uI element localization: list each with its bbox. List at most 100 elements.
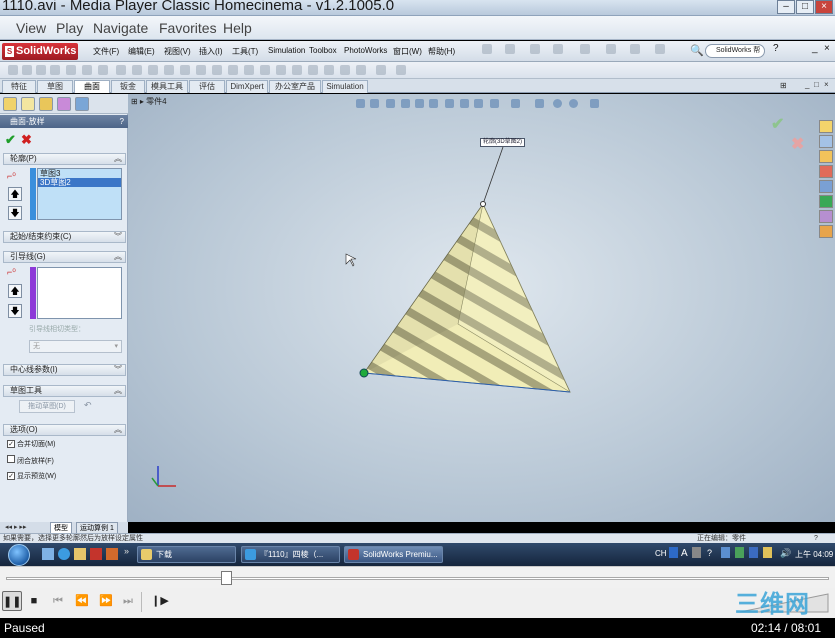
open-file-icon[interactable]	[505, 44, 515, 54]
tray-bluetooth-icon[interactable]	[749, 547, 758, 558]
doc-close-icon[interactable]: ×	[824, 80, 829, 89]
search-icon[interactable]: 🔍	[690, 44, 704, 57]
menu-play[interactable]: Play	[56, 20, 83, 36]
list-item[interactable]: 3D草图2	[38, 178, 121, 187]
menu-navigate[interactable]: Navigate	[93, 20, 148, 36]
guides-list[interactable]	[37, 267, 122, 319]
menu-favorites[interactable]: Favorites	[159, 20, 217, 36]
tab-features[interactable]: 特征	[2, 80, 36, 93]
thicken-icon[interactable]	[212, 65, 222, 75]
tray-help-icon[interactable]: ?	[707, 548, 712, 558]
appearances-icon[interactable]	[819, 195, 833, 208]
filled-surface-icon[interactable]	[82, 65, 92, 75]
drag-sketch-button[interactable]: 拖动草图(D)	[19, 400, 75, 413]
next-button[interactable]: ⏭	[118, 591, 138, 611]
toolbox-icon[interactable]	[819, 165, 833, 178]
tray-security-icon[interactable]	[763, 547, 772, 558]
cut-with-surface-icon[interactable]	[276, 65, 286, 75]
revolved-surface-icon[interactable]	[22, 65, 32, 75]
tab-evaluate[interactable]: 评估	[189, 80, 225, 93]
move-up-button[interactable]: 🡅	[8, 284, 22, 298]
taskbar-button-solidworks[interactable]: SolidWorks Premiu...	[344, 546, 443, 563]
new-file-icon[interactable]	[482, 44, 492, 54]
rebuild-icon[interactable]	[630, 44, 640, 54]
help-icon[interactable]: ?	[773, 43, 779, 54]
guide-tangency-select[interactable]: 无 ▾	[29, 340, 122, 353]
extend-surface-icon[interactable]	[180, 65, 190, 75]
quicklaunch-overflow-icon[interactable]: »	[124, 546, 129, 556]
profiles-list[interactable]: 草图3 3D草图2	[37, 168, 122, 220]
ime-indicator[interactable]: CH	[655, 549, 667, 558]
undo-sketch-icon[interactable]: ↶	[84, 400, 92, 411]
start-button[interactable]	[8, 544, 30, 566]
helix-icon[interactable]	[376, 65, 386, 75]
minimize-button[interactable]: –	[777, 0, 795, 14]
sw-menu-file[interactable]: 文件(F)	[93, 46, 119, 57]
solidworks-quicklaunch-icon[interactable]	[90, 548, 102, 560]
split-line-icon[interactable]	[324, 65, 334, 75]
options-section-header[interactable]: 选项(O) ︽	[3, 424, 126, 436]
save-icon[interactable]	[530, 44, 540, 54]
property-manager-icon[interactable]	[21, 97, 35, 111]
doc-maximize-icon[interactable]: □	[814, 80, 819, 89]
freeform-icon[interactable]	[292, 65, 302, 75]
tray-network-icon[interactable]	[721, 547, 730, 558]
sw-menu-view[interactable]: 视图(V)	[164, 46, 191, 57]
sketch-tools-section-header[interactable]: 草图工具 ︽	[3, 385, 126, 397]
option-show-preview[interactable]: ✓ 显示预览(W)	[7, 471, 56, 481]
untrim-icon[interactable]	[260, 65, 270, 75]
centerline-section-header[interactable]: 中心线参数(I) ︾	[3, 364, 126, 376]
ok-check-icon[interactable]: ✔	[5, 132, 16, 148]
taskbar-button-browser[interactable]: 『1110』四棱（...	[241, 546, 340, 563]
tab-sketch[interactable]: 草图	[37, 80, 73, 93]
extruded-surface-icon[interactable]	[8, 65, 18, 75]
media-player-icon[interactable]	[106, 548, 118, 560]
taskbar-button-downloads[interactable]: 下载	[137, 546, 236, 563]
sw-minimize-icon[interactable]: _	[812, 43, 818, 54]
sw-menu-insert[interactable]: 插入(I)	[199, 46, 223, 57]
reference-plane-icon[interactable]	[396, 65, 406, 75]
sw-menu-help[interactable]: 帮助(H)	[428, 46, 455, 57]
display-manager-icon[interactable]	[75, 97, 89, 111]
tab-mold-tools[interactable]: 模具工具	[146, 80, 188, 93]
sw-menu-edit[interactable]: 编辑(E)	[128, 46, 155, 57]
seek-thumb[interactable]	[221, 571, 232, 585]
tray-clock[interactable]: 上午 04:09	[795, 549, 833, 560]
rewind-button[interactable]: ⏪	[72, 591, 92, 611]
show-desktop-icon[interactable]	[42, 548, 54, 560]
menu-view[interactable]: View	[16, 20, 46, 36]
option-close-loft[interactable]: 闭合放样(F)	[7, 455, 54, 466]
checkbox-unchecked[interactable]	[7, 455, 15, 463]
delete-face-icon[interactable]	[228, 65, 238, 75]
tab-sheet-metal[interactable]: 钣金	[111, 80, 145, 93]
planar-surface-icon[interactable]	[98, 65, 108, 75]
boundary-surface-icon[interactable]	[66, 65, 76, 75]
input-mode-icon[interactable]: A	[681, 548, 688, 559]
replace-face-icon[interactable]	[244, 65, 254, 75]
radiate-surface-icon[interactable]	[308, 65, 318, 75]
option-merge-tangent[interactable]: ✓ 合并切面(M)	[7, 439, 55, 449]
stop-button[interactable]: ■	[24, 591, 44, 611]
lofted-surface-icon[interactable]	[50, 65, 60, 75]
sw-menu-simulation[interactable]: Simulation	[268, 46, 305, 55]
vertex-point[interactable]	[480, 201, 486, 207]
sw-menu-tools[interactable]: 工具(T)	[232, 46, 258, 57]
guides-section-header[interactable]: 引导线(G) ︽	[3, 251, 126, 263]
seek-bar[interactable]	[0, 566, 835, 588]
sw-close-icon[interactable]: ×	[824, 43, 830, 54]
close-button[interactable]: ×	[815, 0, 833, 14]
feature-manager-icon[interactable]	[3, 97, 17, 111]
fast-forward-button[interactable]: ⏩	[96, 591, 116, 611]
print-icon[interactable]	[553, 44, 563, 54]
tray-keyboard-icon[interactable]	[692, 547, 701, 558]
restore-icon[interactable]: ⊞	[780, 81, 787, 90]
ie-icon[interactable]	[58, 548, 70, 560]
home-icon[interactable]	[819, 120, 833, 133]
fillet-icon[interactable]	[148, 65, 158, 75]
search-results-icon[interactable]	[819, 210, 833, 223]
library-icon[interactable]	[819, 150, 833, 163]
ime-icon[interactable]	[669, 547, 678, 558]
constraints-section-header[interactable]: 起始/结束约束(C) ︾	[3, 231, 126, 243]
tab-dimxpert[interactable]: DimXpert	[226, 80, 268, 93]
previous-button[interactable]: ⏮	[48, 591, 68, 611]
